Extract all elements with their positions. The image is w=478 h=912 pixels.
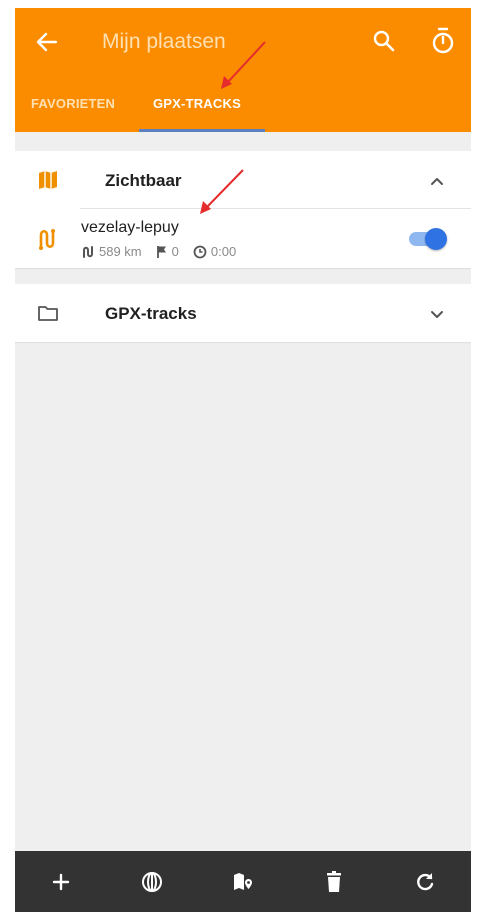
group-card-visible: Zichtbaar vezelay-lepuy 589 km 0 0:00 — [15, 151, 471, 268]
clock-icon — [193, 245, 207, 258]
track-duration-value: 0:00 — [210, 244, 237, 259]
flag-icon — [156, 245, 166, 258]
route-icon — [39, 229, 55, 250]
track-meta: 589 km 0 0:00 — [81, 244, 250, 259]
globe-button[interactable] — [132, 862, 172, 902]
trash-icon — [327, 870, 342, 892]
group-title-visible: Zichtbaar — [105, 171, 182, 190]
arrow-left-icon[interactable] — [33, 28, 61, 56]
track-duration: 0:00 — [193, 244, 236, 259]
group-header-gpx[interactable]: GPX-tracks — [15, 284, 471, 341]
group-card-gpx: GPX-tracks — [15, 284, 471, 342]
track-row[interactable]: vezelay-lepuy 589 km 0 0:00 — [15, 209, 471, 268]
group-header-visible[interactable]: Zichtbaar — [15, 151, 471, 208]
map-icon — [39, 171, 57, 189]
track-visibility-toggle[interactable] — [409, 228, 449, 250]
toggle-thumb — [425, 228, 447, 250]
chevron-up-icon[interactable] — [429, 173, 445, 189]
map-marker-icon — [233, 872, 252, 890]
chevron-down-icon[interactable] — [429, 306, 445, 322]
track-name: vezelay-lepuy — [81, 219, 179, 236]
map-marker-button[interactable] — [223, 862, 263, 902]
track-waypoints: 0 — [156, 244, 179, 259]
page-title: Mijn plaatsen — [102, 30, 226, 53]
group-title-gpx: GPX-tracks — [105, 304, 197, 323]
tab-gpx-tracks[interactable]: GPX-TRACKS — [153, 96, 241, 111]
app-bar: Mijn plaatsen FAVORIETEN GPX-TRACKS — [15, 8, 471, 132]
timer-icon[interactable] — [429, 26, 457, 56]
refresh-button[interactable] — [405, 862, 445, 902]
add-icon — [52, 873, 69, 890]
track-waypoints-value: 0 — [171, 244, 179, 259]
bottom-toolbar — [15, 851, 471, 912]
app-screen: Mijn plaatsen FAVORIETEN GPX-TRACKS Zich… — [15, 8, 471, 912]
track-distance: 589 km — [81, 244, 142, 259]
tab-favorieten[interactable]: FAVORIETEN — [31, 96, 115, 111]
delete-button[interactable] — [314, 862, 354, 902]
add-button[interactable] — [41, 862, 81, 902]
refresh-icon — [417, 872, 434, 890]
distance-icon — [83, 245, 93, 258]
track-distance-value: 589 km — [99, 244, 142, 259]
active-tab-indicator — [139, 129, 265, 132]
globe-icon — [141, 871, 162, 892]
folder-icon — [38, 306, 58, 321]
search-icon[interactable] — [371, 28, 397, 54]
